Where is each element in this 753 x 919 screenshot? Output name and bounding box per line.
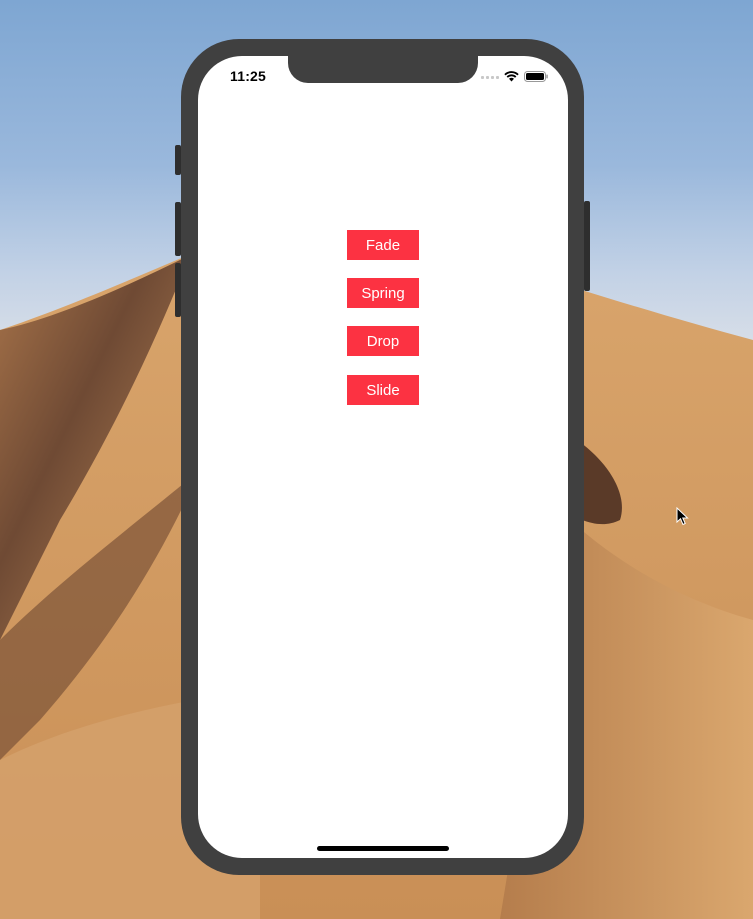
phone-screen: 11:25 Fade Spring Drop Slide	[198, 56, 568, 858]
arrow-cursor-icon	[676, 507, 689, 526]
volume-down-button	[175, 263, 181, 317]
home-indicator[interactable]	[317, 846, 449, 851]
drop-button[interactable]: Drop	[347, 326, 419, 356]
status-time: 11:25	[230, 68, 267, 84]
volume-up-button	[175, 202, 181, 256]
mute-switch	[175, 145, 181, 175]
notch	[288, 56, 478, 83]
fade-button[interactable]: Fade	[347, 230, 419, 260]
wifi-icon	[504, 70, 519, 81]
iphone-simulator-frame: 11:25 Fade Spring Drop Slide	[175, 39, 590, 875]
battery-icon	[524, 70, 548, 82]
signal-dots-icon	[481, 73, 499, 79]
spring-button[interactable]: Spring	[347, 278, 419, 308]
slide-button[interactable]: Slide	[347, 375, 419, 405]
power-button	[584, 201, 590, 291]
status-icons	[481, 69, 548, 83]
